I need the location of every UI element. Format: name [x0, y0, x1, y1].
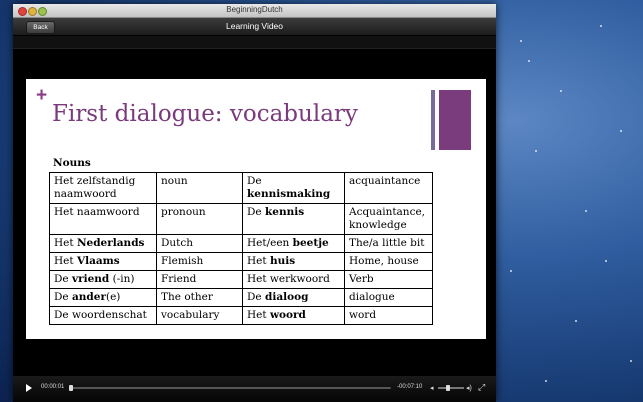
dutch-term-cell: Het Nederlands [49, 234, 157, 253]
dutch-term-prefix: Het zelfstandig naamwoord [54, 175, 136, 200]
playback-controls: 00:00:01 -00:07:10 ◂ ◂) ⤢ [13, 376, 496, 402]
word-type-cell: Flemish [156, 252, 243, 271]
english-cell: Acquaintance, knowledge [344, 203, 433, 235]
word-type-cell: noun [156, 172, 243, 204]
dutch-word-bold: kennis [264, 206, 305, 218]
word-type-cell: Dutch [156, 234, 243, 253]
decor-bar-thin [431, 90, 435, 150]
dutch-word-cell: De kennismaking [242, 172, 345, 204]
nav-bar: Back Learning Video [13, 18, 496, 36]
english-cell: Verb [344, 270, 433, 289]
word-type-cell: pronoun [156, 203, 243, 235]
video-top-strip [13, 36, 496, 49]
dutch-term-cell: Het zelfstandig naamwoord [49, 172, 157, 204]
dutch-term-prefix: De [54, 273, 72, 285]
english-cell: word [344, 306, 433, 325]
dutch-term-prefix: Het [54, 255, 77, 267]
dutch-word-prefix: De [247, 291, 265, 303]
app-window: BeginningDutch Back Learning Video + Fir… [13, 4, 496, 402]
dutch-word-cell: De dialoog [242, 288, 345, 307]
dutch-term-bold: vriend [71, 273, 110, 285]
title-bar[interactable]: BeginningDutch [13, 4, 496, 18]
word-type-cell: The other [156, 288, 243, 307]
dutch-word-cell: Het huis [242, 252, 345, 271]
window-title: BeginningDutch [226, 5, 283, 14]
section-heading: Nouns [53, 157, 91, 169]
table-row: De ander(e) The other De dialoog dialogue [49, 288, 433, 307]
slide-title: First dialogue: vocabulary [52, 101, 358, 127]
english-cell: Home, house [344, 252, 433, 271]
dutch-word-prefix: Het [247, 255, 270, 267]
decor-bar-thick [439, 90, 471, 150]
dutch-word-bold: woord [269, 309, 306, 321]
volume-high-icon[interactable]: ◂) [466, 384, 472, 392]
volume-low-icon[interactable]: ◂ [430, 384, 434, 392]
progress-track[interactable] [70, 387, 391, 389]
dutch-word-bold: beetje [292, 237, 329, 249]
table-row: Het naamwoord pronoun De kennis Acquaintanc… [49, 203, 433, 235]
dutch-term-cell: De vriend (-in) [49, 270, 157, 289]
dutch-term-prefix: De [54, 291, 72, 303]
dutch-word-bold: huis [269, 255, 296, 267]
table-row: Het zelfstandig naamwoord noun De kennisma… [49, 172, 433, 204]
table-row: De woordenschat vocabulary Het woord word [49, 306, 433, 325]
dutch-term-bold: Vlaams [76, 255, 120, 267]
dutch-term-bold: Nederlands [76, 237, 145, 249]
dutch-word-prefix: De [247, 206, 265, 218]
dutch-term-cell: De ander(e) [49, 288, 157, 307]
word-type-cell: Friend [156, 270, 243, 289]
dutch-word-bold: kennismaking [247, 188, 331, 200]
volume-thumb[interactable] [446, 385, 451, 391]
remaining-time: -00:07:10 [397, 384, 423, 390]
dutch-term-suffix: (-in) [109, 273, 135, 285]
dutch-term-prefix: De woordenschat [54, 309, 147, 321]
volume-track[interactable] [438, 387, 464, 389]
dutch-word-cell: Het/een beetje [242, 234, 345, 253]
dutch-term-cell: Het naamwoord [49, 203, 157, 235]
table-row: Het Vlaams Flemish Het huis Home, house [49, 252, 433, 271]
dutch-term-prefix: Het [54, 237, 77, 249]
progress-thumb[interactable] [68, 385, 73, 391]
nav-title: Learning Video [225, 21, 284, 31]
table-row: Het Nederlands Dutch Het/een beetje The/a l… [49, 234, 433, 253]
fullscreen-icon[interactable]: ⤢ [478, 383, 485, 392]
plus-icon: + [36, 85, 48, 106]
dutch-word-bold: dialoog [264, 291, 309, 303]
dutch-word-cell: Het werkwoord [242, 270, 345, 289]
dutch-term-bold: ander [71, 291, 106, 303]
english-cell: The/a little bit [344, 234, 433, 253]
english-cell: acquaintance [344, 172, 433, 204]
dutch-term-cell: De woordenschat [49, 306, 157, 325]
dutch-term-suffix: (e) [105, 291, 121, 303]
video-player[interactable]: + First dialogue: vocabulary Nouns Het z… [13, 36, 496, 376]
dutch-term-cell: Het Vlaams [49, 252, 157, 271]
dutch-word-prefix: Het/een [247, 237, 293, 249]
dutch-word-cell: De kennis [242, 203, 345, 235]
dutch-word-prefix: De [247, 175, 262, 187]
dutch-word-prefix: Het [247, 309, 270, 321]
english-cell: dialogue [344, 288, 433, 307]
play-icon[interactable] [26, 384, 32, 392]
video-slide: + First dialogue: vocabulary Nouns Het z… [26, 79, 486, 339]
vocab-table: Het zelfstandig naamwoord noun De kennisma… [49, 172, 433, 325]
current-time: 00:00:01 [41, 384, 65, 390]
table-row: De vriend (-in) Friend Het werkwoord Verb [49, 270, 433, 289]
dutch-word-cell: Het woord [242, 306, 345, 325]
word-type-cell: vocabulary [156, 306, 243, 325]
dutch-term-prefix: Het naamwoord [54, 206, 140, 218]
dutch-word-prefix: Het werkwoord [247, 273, 330, 285]
